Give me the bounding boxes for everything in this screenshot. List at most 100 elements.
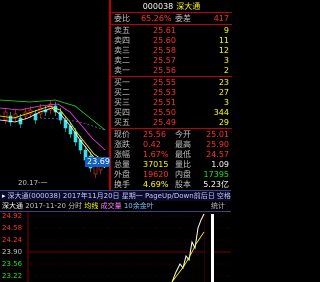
stat-value-2: 24.57: [206, 150, 229, 159]
sell-label: 卖一: [114, 66, 130, 75]
weibi-label: 委比: [114, 14, 130, 23]
axis-tick-label: 23.22: [2, 272, 23, 280]
intraday-header: 深大通 2017-11-20 分时 均线 成交量 10余金叶 统计: [0, 201, 231, 212]
stock-code: 000038: [142, 2, 174, 11]
sell-row: 卖二 25.57 3: [111, 56, 232, 66]
stat-label-2: 最低: [175, 150, 191, 159]
axis-tick-label: 24.24: [2, 236, 23, 244]
weicha-value: 417: [213, 14, 229, 23]
axis-tick-label: 24.92: [2, 212, 23, 220]
statistics-button[interactable]: 统计: [211, 201, 225, 211]
buy-price: 25.51: [153, 98, 176, 107]
buy-volume: 27: [218, 88, 229, 97]
stat-value-1: 0.42: [143, 140, 161, 149]
triangle-icon: ▸: [2, 192, 6, 200]
stat-row: 总量 37015 量比 1.09: [111, 160, 232, 170]
sell-volume: 3: [223, 56, 229, 65]
axis-tick-label: 23.90: [2, 248, 23, 256]
stat-value-1: 1.67%: [143, 150, 169, 159]
stock-name: 深大通: [176, 2, 201, 11]
separator: [111, 128, 232, 129]
intraday-price-line: [171, 213, 205, 282]
stat-label-2: 量比: [175, 160, 191, 169]
stat-value-1: 4.69%: [143, 180, 169, 189]
stat-value-1: 37015: [143, 160, 169, 169]
stat-label-1: 外盘: [114, 170, 130, 179]
buy-row: 买四 25.50 344: [111, 108, 232, 118]
sell-label: 卖五: [114, 26, 130, 35]
separator: [111, 24, 232, 25]
quote-panel: 000038 深大通 委比 65.26% 委差 417 卖五 25.61 9 卖四 25.…: [110, 0, 232, 190]
stat-row: 外盘 19620 内盘 17395: [111, 170, 232, 180]
stat-row: 换手 4.69% 股本 5.23亿: [111, 180, 232, 190]
buy-label: 买四: [114, 108, 130, 117]
buy-price: 25.49: [153, 118, 176, 127]
buy-row: 买五 25.49 29: [111, 118, 232, 128]
current-price-tag: 23.69: [85, 157, 112, 167]
buy-label: 买三: [114, 98, 130, 107]
stat-value-1: 19620: [143, 170, 169, 179]
candle-body: [3, 111, 8, 121]
indicator-avg[interactable]: 均线: [84, 202, 98, 210]
buy-volume: 344: [213, 108, 229, 117]
stat-value-2: 17395: [203, 170, 229, 179]
weicha-label: 委差: [175, 14, 191, 23]
stat-row: 现价 25.56 今开 25.01: [111, 130, 232, 140]
buy-volume: 3: [223, 98, 229, 107]
info-strip-text: 深大通(000038) 2017年11月20日 星期一 PageUp/Down前…: [7, 192, 231, 200]
stat-value-1: 25.56: [143, 130, 166, 139]
stat-label-1: 总量: [114, 160, 130, 169]
buy-price: 25.53: [153, 88, 176, 97]
weibi-row: 委比 65.26% 委差 417: [111, 14, 232, 24]
sell-price: 25.57: [153, 56, 176, 65]
stat-label-1: 涨跌: [114, 140, 130, 149]
quote-header: 000038 深大通: [111, 0, 232, 13]
buy-label: 买二: [114, 88, 130, 97]
sell-price: 25.61: [153, 26, 176, 35]
buy-label: 买五: [114, 118, 130, 127]
stat-label-2: 内盘: [175, 170, 191, 179]
sell-row: 卖一 25.56 2: [111, 66, 232, 76]
sell-row: 卖三 25.58 12: [111, 46, 232, 56]
sell-price: 25.60: [153, 36, 176, 45]
stat-value-2: 25.90: [206, 140, 229, 149]
stat-row: 涨跌 0.42 最高 25.90: [111, 140, 232, 150]
buy-price: 25.50: [153, 108, 176, 117]
stat-value-2: 1.09: [211, 160, 229, 169]
intraday-svg: [27, 212, 231, 282]
sell-volume: 9: [223, 26, 229, 35]
sell-row: 卖四 25.60 11: [111, 36, 232, 46]
buy-row: 买三 25.51 3: [111, 98, 232, 108]
weibi-value: 65.26%: [141, 14, 172, 23]
stat-value-2: 25.01: [206, 130, 229, 139]
intraday-date: 2017-11-20 分时: [25, 202, 83, 210]
buy-price: 25.55: [153, 78, 176, 87]
stat-row: 涨幅 1.67% 最低 24.57: [111, 150, 232, 160]
axis-tick-label: 24.58: [2, 224, 23, 232]
indicator-extra[interactable]: 10余金叶: [124, 202, 154, 210]
sell-row: 卖五 25.61 9: [111, 26, 232, 36]
stat-label-2: 最高: [175, 140, 191, 149]
sell-label: 卖三: [114, 46, 130, 55]
right-bar: [211, 214, 214, 282]
separator: [111, 76, 232, 77]
axis-tick-label: 23.56: [2, 260, 23, 268]
kline-chart[interactable]: 23.69 20.17-一: [0, 0, 112, 190]
sell-volume: 11: [218, 36, 229, 45]
kline-date-label: 20.17-一: [18, 179, 48, 187]
stat-value-2: 5.23亿: [203, 180, 229, 189]
stat-label-2: 股本: [175, 180, 191, 189]
sell-volume: 2: [223, 66, 229, 75]
info-strip: ▸ 深大通(000038) 2017年11月20日 星期一 PageUp/Down…: [0, 190, 231, 201]
sell-label: 卖二: [114, 56, 130, 65]
indicator-volume[interactable]: 成交量: [101, 202, 122, 210]
buy-row: 买二 25.53 27: [111, 88, 232, 98]
intraday-stock-name: 深大通: [2, 202, 23, 210]
buy-volume: 23: [218, 78, 229, 87]
intraday-avg-line: [171, 231, 205, 282]
sell-price: 25.56: [153, 66, 176, 75]
intraday-chart[interactable]: 24.92 24.58 24.24 23.90 23.56 23.22: [0, 212, 231, 282]
stat-label-1: 涨幅: [114, 150, 130, 159]
stat-label-2: 今开: [175, 130, 191, 139]
buy-label: 买一: [114, 78, 130, 87]
